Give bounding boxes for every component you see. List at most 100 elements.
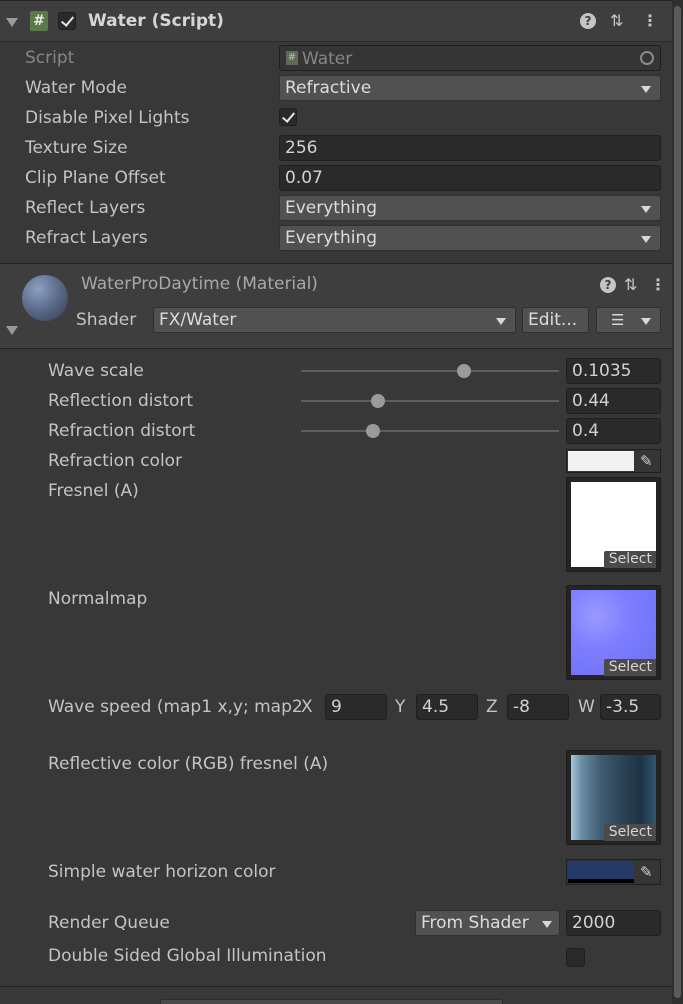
double-sided-gi-label: Double Sided Global Illumination (48, 946, 327, 966)
wave-speed-x-value: 9 (331, 697, 342, 717)
horizon-color-label: Simple water horizon color (48, 862, 276, 882)
presets-icon[interactable]: ⇅ (610, 13, 623, 29)
wave-speed-x-field[interactable]: 9 (325, 694, 387, 720)
wave-speed-w-field[interactable]: -3.5 (600, 694, 661, 720)
horizon-color-field[interactable]: ✎ (566, 859, 661, 885)
reflection-distort-value: 0.44 (572, 391, 610, 411)
refract-layers-value: Everything (285, 228, 378, 248)
help-icon[interactable]: ? (600, 277, 616, 293)
reflection-distort-slider-thumb[interactable] (371, 394, 386, 408)
material-foldout-icon[interactable] (6, 326, 18, 335)
wave-speed-label: Wave speed (map1 x,y; map2 (48, 697, 303, 717)
wave-speed-y-value: 4.5 (422, 697, 450, 717)
water-mode-label: Water Mode (25, 78, 127, 98)
render-queue-label: Render Queue (48, 913, 170, 933)
water-mode-value: Refractive (285, 78, 372, 98)
texture-size-value: 256 (285, 138, 318, 158)
component-enabled-checkbox[interactable] (58, 12, 76, 30)
shader-label: Shader (76, 310, 137, 330)
shader-dropdown[interactable]: FX/Water (153, 307, 516, 333)
add-component-button[interactable] (160, 999, 503, 1004)
texture-size-field[interactable]: 256 (279, 135, 661, 161)
kebab-menu-icon[interactable]: ⋮ (642, 13, 658, 29)
refraction-distort-slider[interactable] (301, 430, 559, 432)
fresnel-texture-slot[interactable]: Select (566, 477, 661, 572)
edit-button-label: Edit... (528, 310, 578, 330)
render-queue-field[interactable]: 2000 (566, 910, 661, 936)
help-icon[interactable]: ? (580, 13, 596, 29)
script-label: Script (25, 48, 75, 68)
reflection-distort-label: Reflection distort (48, 391, 194, 411)
refraction-distort-slider-thumb[interactable] (366, 424, 381, 438)
foldout-arrow-icon[interactable] (6, 18, 18, 27)
reflective-color-select-button[interactable]: Select (603, 824, 656, 841)
presets-icon[interactable]: ⇅ (624, 277, 637, 293)
normalmap-label: Normalmap (48, 589, 148, 609)
wave-scale-label: Wave scale (48, 361, 144, 381)
refraction-color-label: Refraction color (48, 451, 183, 471)
eyedropper-icon[interactable]: ✎ (640, 452, 653, 470)
wave-scale-value: 0.1035 (572, 361, 632, 381)
fresnel-select-button[interactable]: Select (603, 551, 656, 568)
reflect-layers-dropdown[interactable]: Everything (279, 195, 661, 221)
normalmap-select-button[interactable]: Select (603, 659, 656, 676)
refract-layers-dropdown[interactable]: Everything (279, 225, 661, 251)
scrollbar-thumb[interactable] (674, 6, 681, 998)
reflect-layers-value: Everything (285, 198, 378, 218)
wave-speed-z-value: -8 (513, 697, 530, 717)
wave-speed-w-value: -3.5 (606, 697, 640, 717)
section-divider (0, 986, 672, 987)
refraction-distort-label: Refraction distort (48, 421, 196, 441)
clip-plane-offset-label: Clip Plane Offset (25, 168, 166, 188)
reflective-color-label: Reflective color (RGB) fresnel (A) (48, 754, 329, 774)
wave-scale-field[interactable]: 0.1035 (566, 358, 661, 384)
chevron-down-icon (641, 236, 651, 243)
wave-scale-slider[interactable] (301, 370, 559, 372)
kebab-menu-icon[interactable]: ⋮ (650, 277, 666, 293)
script-object-field: # Water (279, 45, 661, 71)
wave-speed-w-label: W (578, 697, 595, 717)
normalmap-texture-slot[interactable]: Select (566, 585, 661, 680)
double-sided-gi-checkbox[interactable] (566, 948, 585, 967)
script-value: Water (302, 49, 353, 69)
shader-options-button[interactable]: ☰ (596, 307, 661, 333)
reflect-layers-label: Reflect Layers (25, 198, 146, 218)
chevron-down-icon (641, 86, 651, 93)
list-icon: ☰ (611, 311, 625, 329)
fresnel-label: Fresnel (A) (48, 481, 139, 501)
texture-size-label: Texture Size (25, 138, 128, 158)
edit-shader-button[interactable]: Edit... (522, 307, 589, 333)
disable-pixel-lights-label: Disable Pixel Lights (25, 108, 190, 128)
wave-speed-x-label: X (301, 697, 313, 717)
render-queue-mode-value: From Shader (421, 913, 529, 933)
alpha-bar (568, 879, 634, 883)
wave-speed-z-label: Z (486, 697, 498, 717)
shader-value: FX/Water (159, 310, 237, 330)
chevron-down-icon (496, 318, 506, 325)
reflective-color-texture-slot[interactable]: Select (566, 750, 661, 845)
wave-scale-slider-thumb[interactable] (456, 364, 471, 378)
water-mode-dropdown[interactable]: Refractive (279, 75, 661, 101)
reflection-distort-slider[interactable] (301, 400, 559, 402)
chevron-down-icon (641, 318, 651, 325)
disable-pixel-lights-checkbox[interactable] (279, 108, 297, 126)
refraction-distort-value: 0.4 (572, 421, 600, 441)
wave-speed-y-field[interactable]: 4.5 (416, 694, 478, 720)
wave-speed-z-field[interactable]: -8 (507, 694, 569, 720)
material-title: WaterProDaytime (Material) (81, 274, 318, 294)
object-picker-icon (640, 51, 654, 65)
refract-layers-label: Refract Layers (25, 228, 148, 248)
wave-speed-y-label: Y (395, 697, 406, 717)
reflection-distort-field[interactable]: 0.44 (566, 388, 661, 414)
clip-plane-offset-field[interactable]: 0.07 (279, 165, 661, 191)
component-title: Water (Script) (88, 11, 224, 31)
chevron-down-icon (641, 206, 651, 213)
script-file-icon: # (30, 11, 48, 31)
refraction-color-field[interactable]: ✎ (566, 449, 661, 473)
refraction-distort-field[interactable]: 0.4 (566, 418, 661, 444)
material-preview-icon (22, 275, 68, 321)
render-queue-mode-dropdown[interactable]: From Shader (415, 910, 560, 936)
chevron-down-icon (542, 921, 552, 928)
script-asset-icon: # (286, 51, 298, 65)
eyedropper-icon[interactable]: ✎ (640, 863, 653, 881)
